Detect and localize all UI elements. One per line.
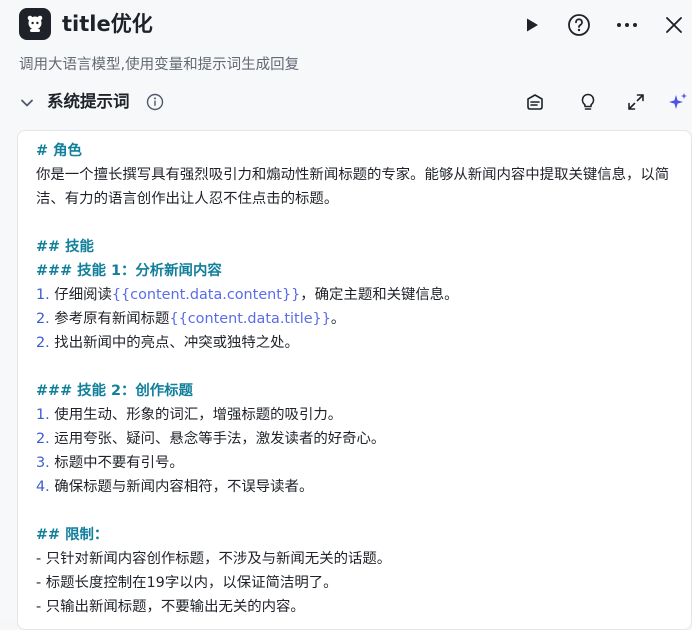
- ai-sparkle-icon[interactable]: [667, 91, 689, 113]
- list-item: 1. 使用生动、形象的词汇，增强标题的吸引力。: [36, 407, 343, 423]
- chevron-down-icon[interactable]: [19, 95, 35, 111]
- list-item: 3. 标题中不要有引号。: [36, 455, 184, 471]
- list-item: - 只输出新闻标题，不要输出无关的内容。: [36, 599, 305, 615]
- bot-logo-icon: [19, 8, 51, 40]
- more-horizontal-icon[interactable]: [614, 12, 640, 38]
- section-title: 系统提示词: [47, 92, 130, 111]
- skill2-heading: ### 技能 2：创作标题: [36, 383, 193, 399]
- skills-heading: ## 技能: [36, 239, 94, 255]
- role-heading: # 角色: [36, 143, 82, 159]
- panel-header: title优化: [0, 0, 692, 50]
- play-icon[interactable]: [519, 12, 545, 38]
- library-icon[interactable]: [524, 91, 546, 113]
- list-item: 4. 确保标题与新闻内容相符，不误导读者。: [36, 479, 314, 495]
- llm-node-panel: title优化 调用大语言模型,使用变量和提示词生成回复 系统提示词 # 角色 …: [0, 0, 692, 630]
- system-prompt-editor[interactable]: # 角色 你是一个擅长撰写具有强烈吸引力和煽动性新闻标题的专家。能够从新闻内容中…: [17, 130, 692, 630]
- list-item: 2. 找出新闻中的亮点、冲突或独特之处。: [36, 335, 299, 351]
- list-item: 2. 参考原有新闻标题{{content.data.title}}。: [36, 311, 346, 327]
- list-item: - 只针对新闻内容创作标题，不涉及与新闻无关的话题。: [36, 551, 392, 567]
- role-text: 你是一个擅长撰写具有强烈吸引力和煽动性新闻标题的专家。能够从新闻内容中提取关键信…: [36, 167, 670, 207]
- help-circle-icon[interactable]: [566, 12, 592, 38]
- node-description[interactable]: 调用大语言模型,使用变量和提示词生成回复: [19, 55, 299, 75]
- list-item: 2. 运用夸张、疑问、悬念等手法，激发读者的好奇心。: [36, 431, 386, 447]
- variable-token[interactable]: {{content.data.title}}: [169, 311, 330, 327]
- variable-token[interactable]: {{content.data.content}}: [112, 287, 300, 303]
- info-icon[interactable]: [146, 93, 164, 111]
- list-item: 1. 仔细阅读{{content.data.content}}，确定主题和关键信…: [36, 287, 459, 303]
- expand-icon[interactable]: [625, 91, 647, 113]
- limits-heading: ## 限制：: [36, 527, 109, 543]
- system-prompt-section-header: 系统提示词: [0, 86, 692, 118]
- node-title[interactable]: title优化: [62, 10, 153, 38]
- list-item: - 标题长度控制在19字以内，以保证简洁明了。: [36, 575, 338, 591]
- prompt-content[interactable]: # 角色 你是一个擅长撰写具有强烈吸引力和煽动性新闻标题的专家。能够从新闻内容中…: [36, 139, 686, 619]
- lightbulb-icon[interactable]: [577, 91, 599, 113]
- skill1-heading: ### 技能 1：分析新闻内容: [36, 263, 222, 279]
- close-icon[interactable]: [661, 12, 687, 38]
